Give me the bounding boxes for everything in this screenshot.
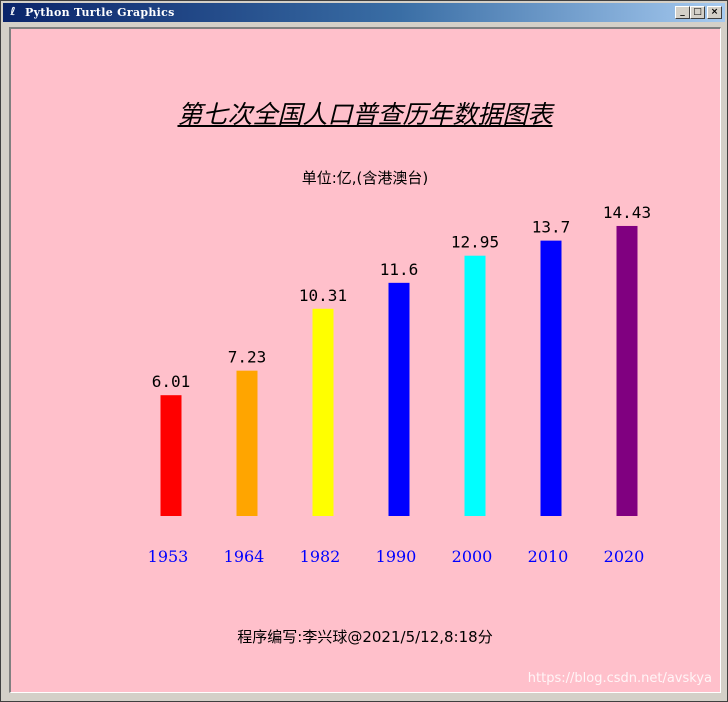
category-label-1982: 1982 — [300, 547, 341, 566]
value-label-1990: 11.6 — [380, 260, 419, 279]
category-label-2000: 2000 — [452, 547, 493, 566]
bar-1990 — [388, 282, 410, 516]
window-title: Python Turtle Graphics — [25, 6, 175, 19]
value-label-1982: 10.31 — [299, 286, 347, 305]
close-button[interactable]: × — [707, 6, 722, 19]
category-label-1990: 1990 — [376, 547, 417, 566]
value-label-1953: 6.01 — [152, 372, 191, 391]
category-label-2020: 2020 — [604, 547, 645, 566]
turtle-canvas[interactable]: 第七次全国人口普查历年数据图表 单位:亿,(含港澳台) 6.01 1953 7.23… — [9, 27, 721, 693]
bar-chart: 6.01 1953 7.23 1964 10.31 1982 11.6 1990 12.95 20… — [148, 203, 651, 566]
feather-icon[interactable]: ℓ — [7, 5, 19, 19]
value-label-2010: 13.7 — [532, 218, 571, 237]
bar-2020 — [616, 225, 638, 516]
category-label-1964: 1964 — [224, 547, 265, 566]
title-bar[interactable]: ℓ Python Turtle Graphics _ □ × — [3, 3, 725, 22]
watermark: https://blog.csdn.net/avskya — [527, 671, 712, 686]
maximize-button[interactable]: □ — [690, 6, 705, 19]
bar-1982 — [312, 308, 334, 516]
category-label-2010: 2010 — [528, 547, 569, 566]
bar-1964 — [236, 370, 258, 516]
bar-2000 — [464, 255, 486, 516]
author-footer: 程序编写:李兴球@2021/5/12,8:18分 — [237, 628, 493, 646]
bar-1953 — [160, 395, 182, 516]
value-label-2000: 12.95 — [451, 233, 499, 252]
turtle-window: ℓ Python Turtle Graphics _ □ × 第七次全国人口普查… — [0, 0, 728, 702]
bar-2010 — [540, 240, 562, 516]
category-label-1953: 1953 — [148, 547, 189, 566]
minimize-button[interactable]: _ — [675, 6, 690, 19]
value-label-2020: 14.43 — [603, 203, 651, 222]
value-label-1964: 7.23 — [228, 348, 267, 367]
